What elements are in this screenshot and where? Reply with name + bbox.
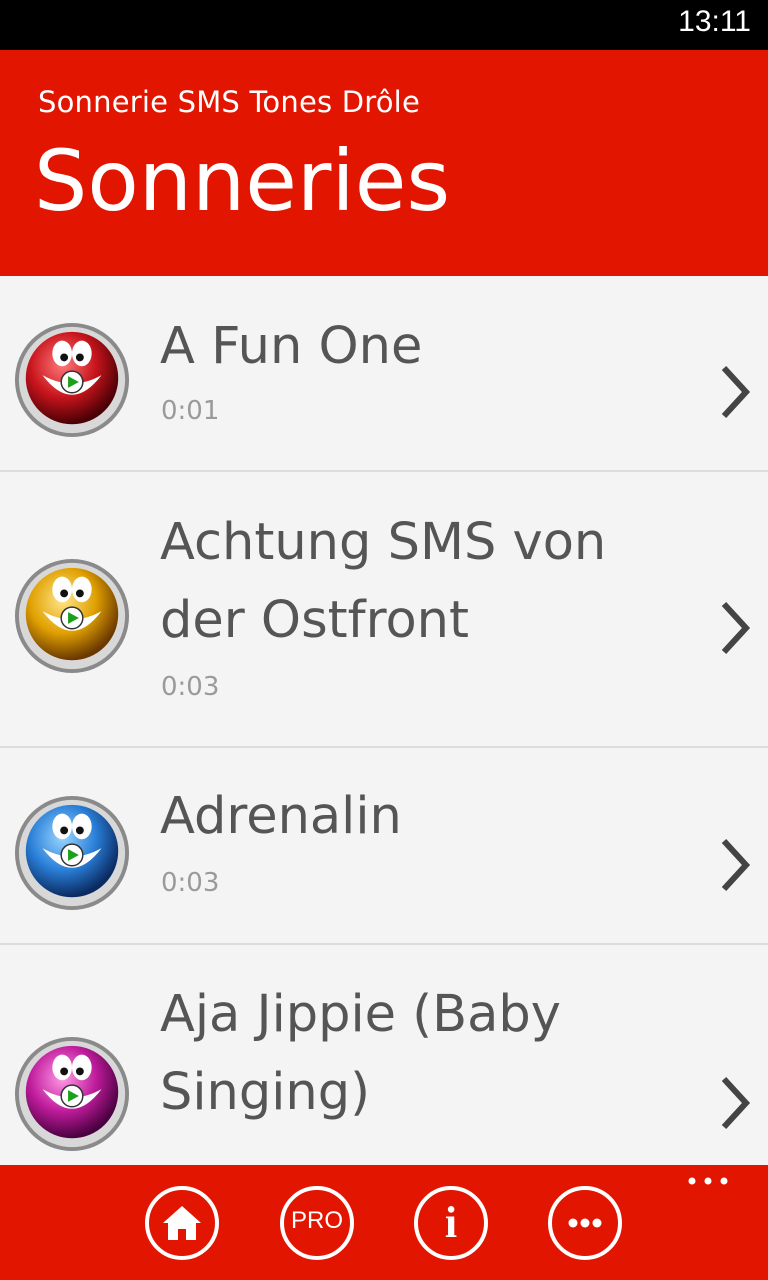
ellipsis-menu-icon[interactable] [686,1169,730,1193]
ringtone-title: Adrenalin [160,787,402,846]
pro-button[interactable]: PRO [279,1185,355,1261]
status-bar: 13:11 [0,0,768,50]
ringtone-title: Aja Jippie (Baby Singing) [160,985,561,1122]
pro-label: PRO [290,1207,343,1234]
ringtone-duration: 0:01 [161,396,220,426]
ringtone-title: Achtung SMS von der Ostfront [160,513,607,650]
ringtone-duration: 0:03 [161,672,220,702]
more-icon[interactable] [547,1185,623,1261]
chevron-right-icon[interactable] [716,1073,756,1133]
chevron-right-icon[interactable] [716,598,756,658]
info-label: i [444,1198,458,1247]
info-button[interactable]: i [413,1185,489,1261]
home-icon[interactable] [144,1185,220,1261]
status-time: 13:11 [678,5,751,38]
app-title: Sonnerie SMS Tones Drôle [38,85,420,119]
chevron-right-icon[interactable] [716,835,756,895]
ringtone-row[interactable]: Adrenalin 0:03 [0,748,768,945]
smiley-play-icon[interactable] [13,1035,131,1153]
smiley-play-icon[interactable] [13,321,131,439]
app-header: Sonnerie SMS Tones Drôle Sonneries [0,50,768,276]
ringtone-row[interactable]: A Fun One 0:01 [0,276,768,472]
smiley-play-icon[interactable] [13,794,131,912]
ringtone-title: A Fun One [160,317,423,376]
ringtone-row[interactable]: Achtung SMS von der Ostfront 0:03 [0,472,768,748]
app-bar: PRO i [0,1165,768,1280]
ringtone-row[interactable]: Aja Jippie (Baby Singing) [0,945,768,1166]
chevron-right-icon[interactable] [716,362,756,422]
ringtone-list: A Fun One 0:01 Achtung SMS von der Ostfr… [0,276,768,1166]
page-title: Sonneries [34,132,451,230]
ringtone-duration: 0:03 [161,868,220,898]
smiley-play-icon[interactable] [13,557,131,675]
